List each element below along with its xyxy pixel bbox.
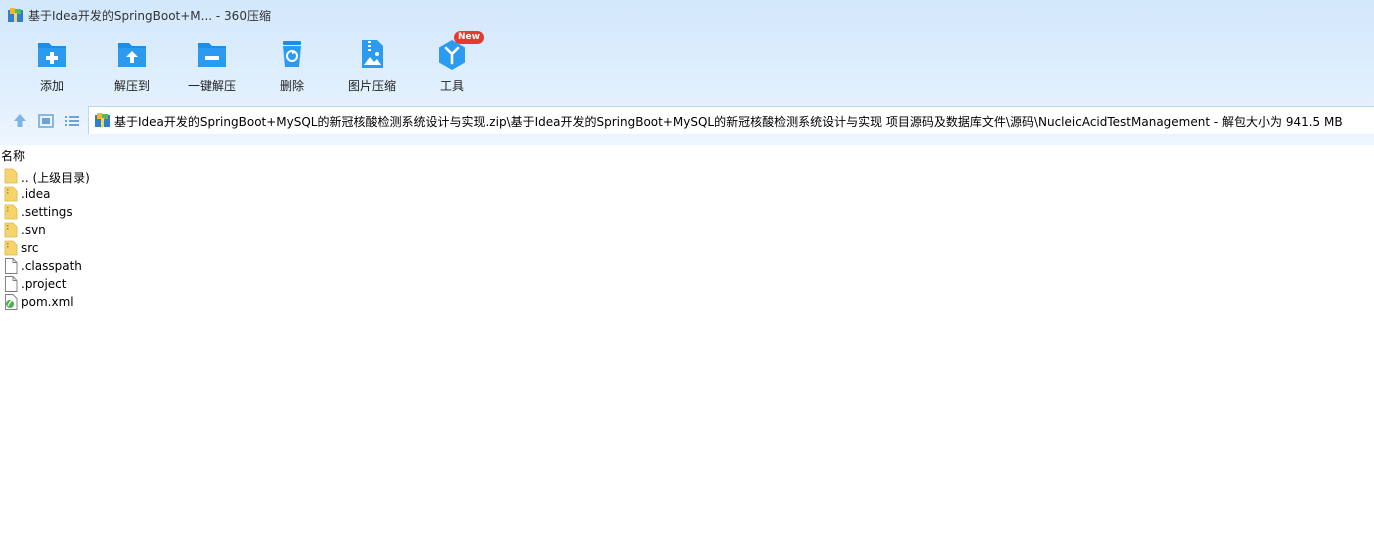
file-icon bbox=[5, 276, 18, 292]
list-item[interactable]: .classpath bbox=[0, 257, 1374, 275]
list-item[interactable]: src bbox=[0, 239, 1374, 257]
extract-to-button[interactable]: 解压到 bbox=[92, 34, 172, 96]
image-compress-button[interactable]: 图片压缩 bbox=[332, 34, 412, 96]
column-header-name[interactable]: 名称 bbox=[0, 147, 25, 165]
folder-icon bbox=[4, 222, 18, 238]
file-name: .svn bbox=[21, 223, 46, 237]
folder-icon bbox=[4, 240, 18, 256]
image-compress-label: 图片压缩 bbox=[347, 79, 396, 93]
file-name: src bbox=[21, 241, 39, 255]
app-window: 基于Idea开发的SpringBoot+M... - 360压缩 添加 解压到 … bbox=[0, 0, 1374, 540]
add-label: 添加 bbox=[39, 79, 64, 93]
one-click-extract-button[interactable]: 一键解压 bbox=[172, 34, 252, 96]
list-item[interactable]: .svn bbox=[0, 221, 1374, 239]
add-button[interactable]: 添加 bbox=[12, 34, 92, 96]
file-name: .classpath bbox=[21, 259, 82, 273]
folder-icon bbox=[4, 204, 18, 220]
navigation-row: 基于Idea开发的SpringBoot+MySQL的新冠核酸检测系统设计与实现.… bbox=[0, 106, 1374, 136]
tools-label: 工具 bbox=[439, 79, 464, 93]
one-click-extract-icon bbox=[198, 43, 226, 67]
file-name: .. (上级目录) bbox=[21, 171, 90, 185]
folder-icon bbox=[4, 168, 18, 184]
list-item[interactable]: .. (上级目录) bbox=[0, 167, 1374, 185]
folder-icon bbox=[4, 186, 18, 202]
extract-to-label: 解压到 bbox=[113, 79, 150, 93]
top-chrome: 基于Idea开发的SpringBoot+M... - 360压缩 添加 解压到 … bbox=[0, 0, 1374, 145]
file-name: pom.xml bbox=[21, 295, 74, 309]
file-name: .settings bbox=[21, 205, 73, 219]
window-title: 基于Idea开发的SpringBoot+M... - 360压缩 bbox=[28, 9, 271, 23]
xml-file-icon bbox=[5, 294, 18, 310]
file-list: 名称 .. (上级目录) .idea .settings .svn src .c… bbox=[0, 145, 1374, 540]
title-bar[interactable]: 基于Idea开发的SpringBoot+M... - 360压缩 bbox=[0, 0, 1374, 30]
trash-icon bbox=[283, 41, 301, 67]
main-toolbar: 添加 解压到 一键解压 删除 图片压缩 New 工具 bbox=[0, 31, 520, 96]
list-item[interactable]: pom.xml bbox=[0, 293, 1374, 311]
file-icon bbox=[5, 258, 18, 274]
address-bar[interactable]: 基于Idea开发的SpringBoot+MySQL的新冠核酸检测系统设计与实现.… bbox=[88, 106, 1374, 134]
delete-button[interactable]: 删除 bbox=[252, 34, 332, 96]
file-name: .project bbox=[21, 277, 67, 291]
archive-icon bbox=[95, 113, 110, 127]
archive-app-icon bbox=[8, 8, 23, 22]
arrow-up-icon[interactable] bbox=[11, 112, 29, 130]
add-folder-icon bbox=[38, 43, 66, 67]
list-item[interactable]: .idea bbox=[0, 185, 1374, 203]
new-badge: New bbox=[454, 31, 484, 44]
list-item[interactable]: .project bbox=[0, 275, 1374, 293]
address-path: 基于Idea开发的SpringBoot+MySQL的新冠核酸检测系统设计与实现.… bbox=[114, 115, 1343, 129]
thumbnail-view-icon[interactable] bbox=[37, 112, 55, 130]
list-item[interactable]: .settings bbox=[0, 203, 1374, 221]
delete-label: 删除 bbox=[279, 79, 304, 93]
file-name: .idea bbox=[21, 187, 51, 201]
image-compress-icon bbox=[362, 40, 383, 68]
tools-button[interactable]: New 工具 bbox=[412, 31, 492, 96]
extract-to-icon bbox=[118, 43, 146, 67]
one-click-extract-label: 一键解压 bbox=[187, 79, 236, 93]
file-rows: .. (上级目录) .idea .settings .svn src .clas… bbox=[0, 167, 1374, 311]
list-view-icon[interactable] bbox=[63, 112, 81, 130]
